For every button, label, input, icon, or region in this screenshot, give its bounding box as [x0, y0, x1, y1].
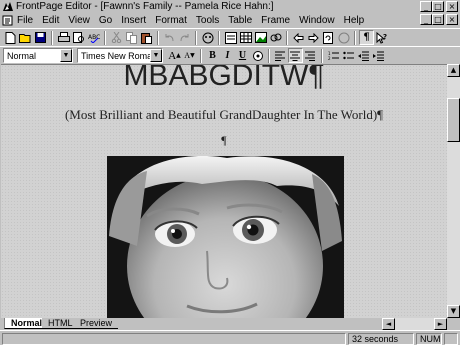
refresh-icon[interactable] — [321, 30, 336, 45]
maximize-button[interactable]: □ — [432, 1, 444, 12]
stop-icon[interactable] — [336, 30, 351, 45]
scroll-up-icon[interactable]: ▲ — [447, 64, 460, 77]
svg-text:2: 2 — [328, 56, 331, 61]
scroll-right-icon[interactable]: ► — [434, 318, 447, 330]
underline-button[interactable]: U — [235, 48, 250, 63]
decrease-font-size-button[interactable]: A ▼ — [182, 48, 197, 63]
undo-icon[interactable] — [162, 30, 177, 45]
align-right-icon[interactable] — [303, 48, 318, 63]
increase-font-size-button[interactable]: A ▲ — [167, 48, 182, 63]
frontpage-app-icon[interactable] — [2, 1, 14, 12]
font-dropdown[interactable]: Times New Roman ▼ — [77, 48, 163, 63]
show-paragraph-marks-icon[interactable]: ¶ — [359, 30, 374, 45]
tab-preview[interactable]: Preview — [74, 318, 119, 329]
bold-button[interactable]: B — [205, 48, 220, 63]
chevron-down-icon[interactable]: ▼ — [60, 49, 72, 62]
minimize-button[interactable]: _ — [420, 1, 432, 12]
paragraph-style-value: Normal — [7, 50, 37, 61]
menu-frame[interactable]: Frame — [261, 15, 290, 26]
menu-insert[interactable]: Insert — [121, 15, 146, 26]
empty-paragraph-mark[interactable]: ¶ — [1, 133, 447, 148]
menu-edit[interactable]: Edit — [42, 15, 59, 26]
page-subtitle[interactable]: (Most Brilliant and Beautiful GrandDaugh… — [1, 107, 447, 123]
insert-image-icon[interactable] — [253, 30, 268, 45]
menu-format[interactable]: Format — [155, 15, 187, 26]
chevron-down-icon[interactable]: ▼ — [150, 49, 162, 62]
decrease-indent-icon[interactable] — [356, 48, 371, 63]
status-extra-panel — [444, 333, 458, 345]
scroll-down-icon[interactable]: ▼ — [447, 305, 460, 318]
increase-indent-icon[interactable] — [371, 48, 386, 63]
copy-icon[interactable] — [124, 30, 139, 45]
text-color-icon[interactable] — [250, 48, 265, 63]
child-portrait-image[interactable] — [107, 156, 344, 318]
vertical-scroll-thumb[interactable] — [447, 98, 460, 142]
menu-tools[interactable]: Tools — [196, 15, 219, 26]
svg-text:?: ? — [383, 33, 387, 41]
forms-icon[interactable] — [223, 30, 238, 45]
print-icon[interactable] — [56, 30, 71, 45]
bulleted-list-icon[interactable] — [341, 48, 356, 63]
menu-help[interactable]: Help — [344, 15, 365, 26]
align-left-icon[interactable] — [273, 48, 288, 63]
italic-button[interactable]: I — [220, 48, 235, 63]
close-button[interactable]: × — [446, 1, 458, 12]
menu-table[interactable]: Table — [228, 15, 252, 26]
menu-bar: File Edit View Go Insert Format Tools Ta… — [0, 13, 460, 27]
hyperlink-icon[interactable] — [268, 30, 283, 45]
title-bar: FrontPage Editor - [Fawnn's Family -- Pa… — [0, 0, 460, 13]
save-icon[interactable] — [33, 30, 48, 45]
open-folder-icon[interactable] — [18, 30, 33, 45]
insert-table-icon[interactable] — [238, 30, 253, 45]
scroll-left-icon[interactable]: ◄ — [382, 318, 395, 330]
paste-icon[interactable] — [139, 30, 154, 45]
doc-restore-button[interactable]: □ — [432, 14, 444, 25]
menu-view[interactable]: View — [68, 15, 90, 26]
forward-icon[interactable] — [306, 30, 321, 45]
menu-file[interactable]: File — [17, 15, 33, 26]
spelling-icon[interactable]: ABC — [86, 30, 101, 45]
align-center-icon[interactable] — [288, 48, 303, 63]
help-cursor-icon[interactable]: ? — [374, 30, 389, 45]
status-message — [2, 333, 346, 345]
numbered-list-icon[interactable]: 12 — [326, 48, 341, 63]
status-bar: 32 seconds NUM — [0, 330, 460, 345]
print-preview-icon[interactable] — [71, 30, 86, 45]
cut-icon[interactable] — [109, 30, 124, 45]
window-title: FrontPage Editor - [Fawnn's Family -- Pa… — [16, 1, 274, 12]
redo-icon[interactable] — [177, 30, 192, 45]
page-heading[interactable]: MBABGDITW¶ — [1, 65, 447, 93]
num-lock-indicator: NUM — [416, 333, 442, 345]
svg-text:ABC: ABC — [88, 34, 100, 41]
menu-go[interactable]: Go — [99, 15, 112, 26]
vertical-scrollbar[interactable]: ▲ ▼ — [447, 64, 460, 318]
paragraph-style-dropdown[interactable]: Normal ▼ — [3, 48, 73, 63]
horizontal-scrollbar[interactable]: ◄ ► — [382, 318, 447, 330]
download-time: 32 seconds — [348, 333, 414, 345]
standard-toolbar: ABC ¶ ? — [0, 28, 460, 46]
doc-minimize-button[interactable]: _ — [420, 14, 432, 25]
font-value: Times New Roman — [81, 50, 158, 61]
document-editor-area[interactable]: MBABGDITW¶ (Most Brilliant and Beautiful… — [1, 64, 447, 318]
document-icon[interactable] — [2, 15, 14, 26]
format-toolbar: Normal ▼ Times New Roman ▼ A ▲ A ▼ B I U 1… — [0, 46, 460, 64]
doc-close-button[interactable]: × — [446, 14, 458, 25]
menu-window[interactable]: Window — [299, 15, 335, 26]
back-icon[interactable] — [291, 30, 306, 45]
new-page-icon[interactable] — [3, 30, 18, 45]
webbot-icon[interactable] — [200, 30, 215, 45]
